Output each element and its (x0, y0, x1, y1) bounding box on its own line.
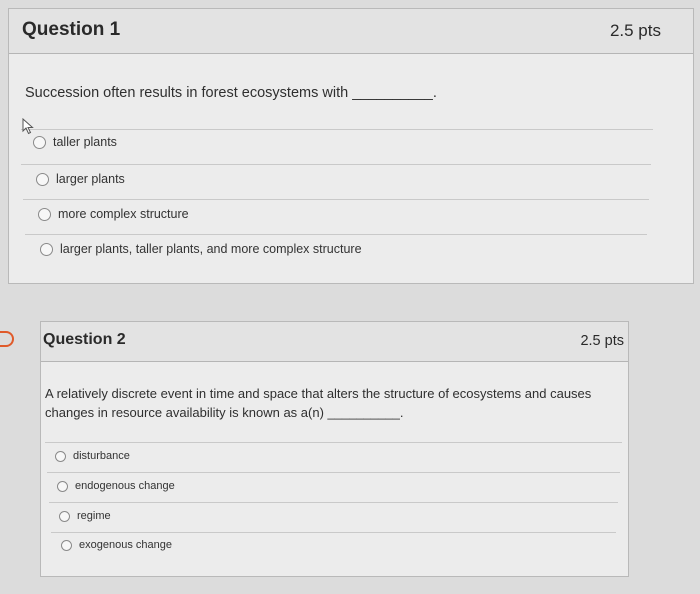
answer-divider (25, 234, 647, 235)
question-2-header: Question 2 2.5 pts (41, 322, 628, 362)
question-2-text: A relatively discrete event in time and … (45, 386, 592, 420)
answer-label: more complex structure (58, 207, 189, 221)
answer-option[interactable]: taller plants (33, 135, 117, 149)
bookmark-flag-icon[interactable] (0, 331, 14, 347)
radio-unchecked-icon[interactable] (33, 135, 46, 149)
answer-label: larger plants (56, 172, 125, 186)
radio-unchecked-icon[interactable] (38, 207, 51, 221)
question-2-card: Question 2 2.5 pts A relatively discrete… (40, 321, 629, 577)
question-1-title: Question 1 (22, 19, 121, 40)
radio-unchecked-icon[interactable] (57, 480, 68, 492)
answer-label: regime (77, 510, 111, 522)
answer-divider (45, 442, 622, 443)
question-1-header: Question 1 2.5 pts (9, 9, 693, 54)
answer-option[interactable]: disturbance (55, 450, 130, 462)
answer-option[interactable]: more complex structure (38, 207, 189, 221)
radio-unchecked-icon[interactable] (40, 242, 53, 256)
answer-option[interactable]: regime (59, 510, 111, 522)
answer-label: endogenous change (75, 480, 175, 492)
radio-unchecked-icon[interactable] (55, 450, 66, 462)
question-1-points: 2.5 pts (609, 21, 661, 40)
question-1-card: Question 1 2.5 pts Succession often resu… (8, 8, 694, 284)
question-2-title: Question 2 (43, 331, 126, 348)
pointer-cursor-icon (22, 118, 34, 135)
radio-unchecked-icon[interactable] (61, 539, 72, 551)
answer-divider (51, 532, 616, 533)
answer-label: exogenous change (79, 539, 172, 551)
answer-label: disturbance (73, 450, 130, 462)
answer-option[interactable]: endogenous change (57, 480, 175, 492)
answer-label: taller plants (53, 135, 117, 149)
answer-label: larger plants, taller plants, and more c… (60, 242, 362, 256)
answer-divider (23, 199, 649, 200)
answer-divider (49, 502, 618, 503)
answer-divider (47, 472, 620, 473)
answer-option[interactable]: larger plants (36, 172, 125, 186)
question-2-points: 2.5 pts (580, 333, 624, 349)
radio-unchecked-icon[interactable] (36, 172, 49, 186)
answer-divider (21, 164, 651, 165)
radio-unchecked-icon[interactable] (59, 510, 70, 522)
answer-divider (21, 129, 653, 130)
answer-option[interactable]: exogenous change (61, 539, 172, 551)
answer-option[interactable]: larger plants, taller plants, and more c… (40, 242, 362, 256)
question-1-text: Succession often results in forest ecosy… (25, 85, 437, 101)
